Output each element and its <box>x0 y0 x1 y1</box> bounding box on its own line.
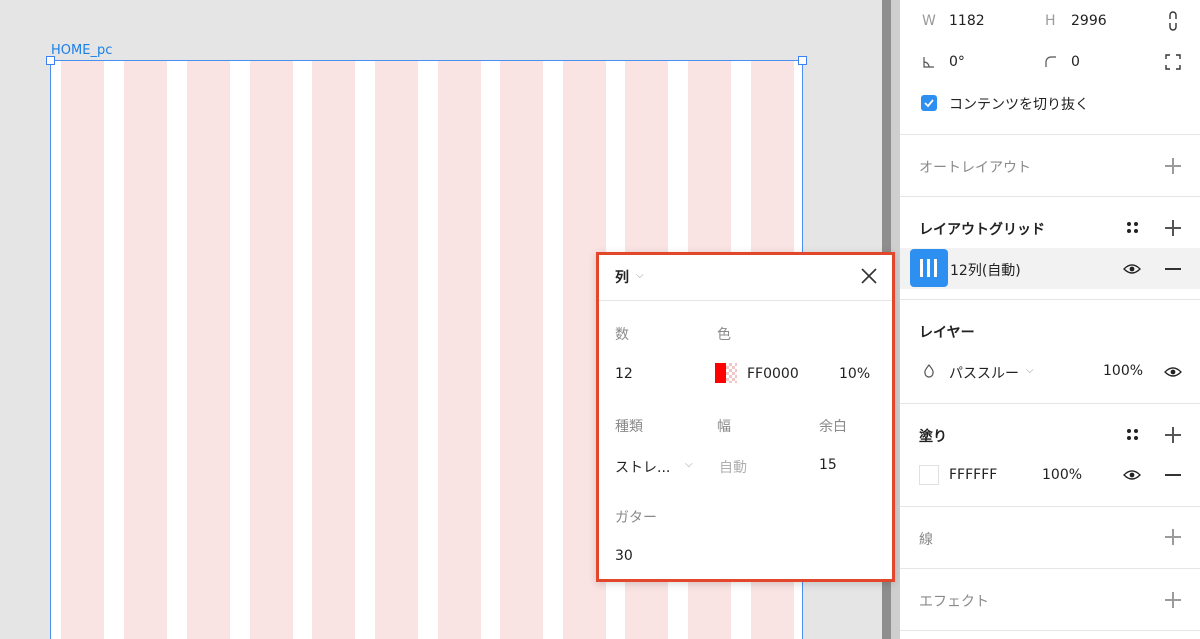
check-icon <box>924 99 934 108</box>
divider <box>900 630 1200 631</box>
grid-column <box>500 61 543 639</box>
color-opacity-input[interactable]: 10% <box>839 366 870 382</box>
type-label: 種類 <box>615 419 643 435</box>
count-input[interactable]: 12 <box>615 366 633 382</box>
rotation-input[interactable]: 0° <box>949 54 965 70</box>
grid-column <box>438 61 481 639</box>
grid-column <box>250 61 293 639</box>
divider <box>900 506 1200 507</box>
blend-mode-dropdown[interactable]: パススルー <box>949 363 1019 383</box>
divider <box>900 299 1200 300</box>
color-swatch-solid <box>715 363 726 383</box>
fill-color-swatch[interactable] <box>919 465 939 485</box>
divider <box>900 568 1200 569</box>
count-label: 数 <box>615 327 629 343</box>
add-fill-icon[interactable] <box>1165 427 1181 443</box>
gutter-input[interactable]: 30 <box>615 548 633 564</box>
margin-label: 余白 <box>819 419 847 435</box>
width-label: 幅 <box>717 419 731 435</box>
clip-content-label[interactable]: コンテンツを切り抜く <box>949 94 1089 114</box>
independent-corners-icon[interactable] <box>1165 54 1181 70</box>
corner-radius-icon <box>1045 56 1056 67</box>
fill-title: 塗り <box>919 429 947 445</box>
type-dropdown[interactable]: ストレ... <box>615 457 670 477</box>
frame-label[interactable]: HOME_pc <box>51 43 112 58</box>
resize-handle-top-left[interactable] <box>46 56 55 65</box>
column-grid-icon[interactable] <box>910 249 948 287</box>
eye-icon[interactable] <box>1123 263 1141 275</box>
width-input[interactable]: 自動 <box>719 457 747 477</box>
eye-icon[interactable] <box>1164 366 1182 378</box>
add-effect-icon[interactable] <box>1165 592 1181 608</box>
height-input[interactable]: 2996 <box>1071 13 1107 29</box>
resize-handle-top-right[interactable] <box>798 56 807 65</box>
width-input[interactable]: 1182 <box>949 13 985 29</box>
eye-icon[interactable] <box>1123 469 1141 481</box>
stroke-title: 線 <box>919 532 933 548</box>
corner-radius-input[interactable]: 0 <box>1071 54 1080 70</box>
grid-styles-icon[interactable] <box>1127 222 1139 234</box>
height-label: H <box>1045 13 1056 29</box>
chevron-down-icon[interactable]: ⌵ <box>636 270 644 281</box>
color-swatch-transparency <box>726 363 737 383</box>
add-stroke-icon[interactable] <box>1165 529 1181 545</box>
chevron-down-icon[interactable]: ⌵ <box>685 459 693 470</box>
divider <box>900 196 1200 197</box>
layout-grid-item-label[interactable]: 12列(自動) <box>950 260 1021 280</box>
gutter-label: ガター <box>615 510 657 526</box>
clip-content-checkbox[interactable] <box>921 95 937 111</box>
fill-opacity-input[interactable]: 100% <box>1042 467 1082 483</box>
fill-styles-icon[interactable] <box>1127 429 1139 441</box>
color-hex-input[interactable]: FF0000 <box>747 366 799 382</box>
properties-panel: W 1182 H 2996 0° 0 コンテンツを切り抜く オートレイアウト レ… <box>900 0 1200 639</box>
close-icon[interactable] <box>858 265 880 287</box>
divider <box>900 134 1200 135</box>
remove-fill-icon[interactable] <box>1165 474 1181 476</box>
grid-column <box>61 61 104 639</box>
blend-mode-icon <box>924 364 934 378</box>
divider <box>900 403 1200 404</box>
constrain-proportions-icon[interactable] <box>1167 11 1179 31</box>
grid-column <box>124 61 167 639</box>
remove-layout-grid-icon[interactable] <box>1165 268 1181 270</box>
layout-grid-title: レイアウトグリッド <box>919 222 1045 238</box>
add-layout-grid-icon[interactable] <box>1165 220 1181 236</box>
layer-opacity-input[interactable]: 100% <box>1103 363 1143 379</box>
popup-header: 列 ⌵ <box>599 255 892 301</box>
auto-layout-title: オートレイアウト <box>919 160 1031 176</box>
grid-column <box>187 61 230 639</box>
grid-type-dropdown[interactable]: 列 <box>615 267 629 287</box>
color-swatch[interactable] <box>715 363 737 383</box>
width-label: W <box>922 13 936 29</box>
color-label: 色 <box>717 327 731 343</box>
fill-hex-input[interactable]: FFFFFF <box>949 467 997 483</box>
layer-title: レイヤー <box>919 325 975 341</box>
chevron-down-icon[interactable]: ⌵ <box>1026 365 1034 376</box>
effect-title: エフェクト <box>919 594 989 610</box>
margin-input[interactable]: 15 <box>819 457 837 473</box>
grid-column <box>312 61 355 639</box>
rotation-icon <box>923 57 934 68</box>
layout-grid-settings-popup: 列 ⌵ 数 色 12 FF0000 10% 種類 幅 余白 ストレ... ⌵ 自… <box>596 252 895 582</box>
grid-column <box>375 61 418 639</box>
add-auto-layout-icon[interactable] <box>1165 158 1181 174</box>
